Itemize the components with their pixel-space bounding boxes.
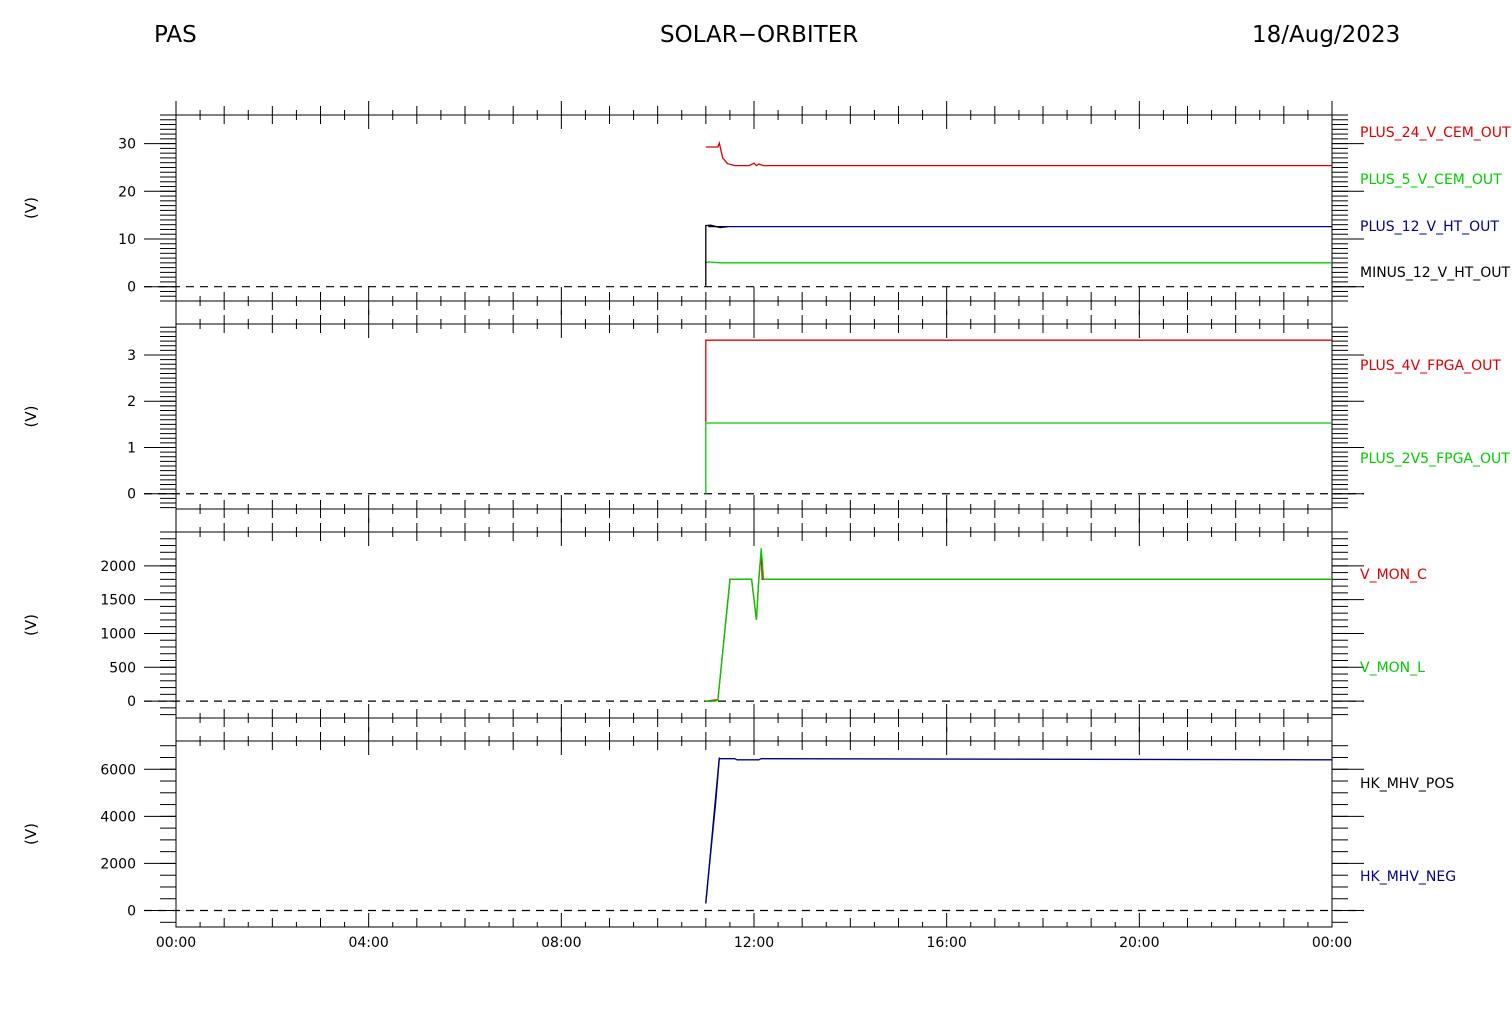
y-tick-label: 0	[127, 904, 136, 920]
legend-label-v-mon-l: V_MON_L	[1360, 660, 1425, 676]
series-line-plus-5-v-cem-out	[705, 261, 1332, 264]
series-line-v-mon-c	[705, 552, 1332, 702]
y-tick-label: 6000	[100, 762, 136, 778]
legend-label-hk-mhv-neg: HK_MHV_NEG	[1360, 869, 1456, 885]
x-tick-label: 08:00	[541, 935, 581, 951]
y-tick-label: 500	[109, 660, 136, 676]
y-tick-label: 1	[127, 440, 136, 456]
y-tick-label: 2	[127, 394, 136, 410]
y-tick-label: 1500	[100, 593, 136, 609]
series-line-plus-24-v-cem-out	[705, 140, 1332, 167]
x-tick-label: 20:00	[1119, 935, 1159, 951]
series-line-hk-mhv-neg	[705, 758, 1333, 903]
panel-frame	[175, 114, 1333, 302]
panel-3: 0 500 1000 1500 2000 (V) V_MON_C V_MON_L	[22, 518, 1427, 732]
timeseries-figure: 0102030(V)PLUS_24_V_CEM_OUTPLUS_5_V_CEM_…	[22, 101, 1511, 951]
y-tick-label: 30	[118, 137, 136, 153]
x-tick-label: 00:00	[156, 935, 196, 951]
y-tick-label: 0	[127, 487, 136, 503]
y-axis-label: (V)	[22, 197, 40, 219]
panel-frame	[175, 531, 1333, 719]
x-tick-label: 00:00	[1312, 935, 1352, 951]
panel-2: 0 1 2 3 (V) PLUS_4V_FPGA_OUT PLUS_2V5_FPGA_OUT	[22, 310, 1510, 523]
panel-1: 0 10 20 30 (V) PLUS_24_V_CEM_OUT PLUS_5_V_CEM_…	[22, 101, 1511, 315]
y-tick-label: 1000	[100, 626, 136, 642]
legend-label-plus-5-v-cem-out: PLUS_5_V_CEM_OUT	[1360, 172, 1502, 188]
legend-label-plus-2v5-fpga-out: PLUS_2V5_FPGA_OUT	[1360, 451, 1510, 467]
legend-label-minus-12-v-ht-out: MINUS_12_V_HT_OUT	[1360, 265, 1511, 281]
legend-label-plus-24-v-cem-out: PLUS_24_V_CEM_OUT	[1360, 125, 1511, 141]
x-tick-label: 04:00	[348, 935, 388, 951]
y-tick-label: 20	[118, 184, 136, 200]
panel-frame	[175, 740, 1333, 928]
y-axis-label: (V)	[22, 823, 40, 845]
y-tick-label: 0	[127, 694, 136, 710]
series-line-v-mon-l	[705, 548, 1332, 702]
x-tick-label: 16:00	[926, 935, 966, 951]
series-line-plus-4v-fpga-out	[705, 339, 1332, 423]
panel-frame	[175, 323, 1333, 510]
legend-label-plus-12-v-ht-out: PLUS_12_V_HT_OUT	[1360, 219, 1499, 235]
series-line-plus-2v5-fpga-out	[705, 422, 1332, 494]
y-tick-label: 2000	[100, 559, 136, 575]
y-tick-label: 3	[127, 348, 136, 364]
y-tick-label: 2000	[100, 856, 136, 872]
y-tick-label: 0	[127, 280, 136, 296]
legend-label-plus-4v-fpga-out: PLUS_4V_FPGA_OUT	[1360, 358, 1501, 374]
x-tick-label: 12:00	[734, 935, 774, 951]
panel-4: 0 2000 4000 6000 (V) HK_MHV_POS HK_MHV_NEG 00:0…	[22, 727, 1456, 951]
legend-label-v-mon-c: V_MON_C	[1360, 567, 1427, 583]
y-axis-label: (V)	[22, 614, 40, 636]
y-tick-label: 4000	[100, 809, 136, 825]
y-axis-label: (V)	[22, 406, 40, 428]
series-line-minus-12-v-ht-out	[705, 224, 728, 287]
legend-label-hk-mhv-pos: HK_MHV_POS	[1360, 776, 1454, 792]
y-tick-label: 10	[118, 232, 136, 248]
